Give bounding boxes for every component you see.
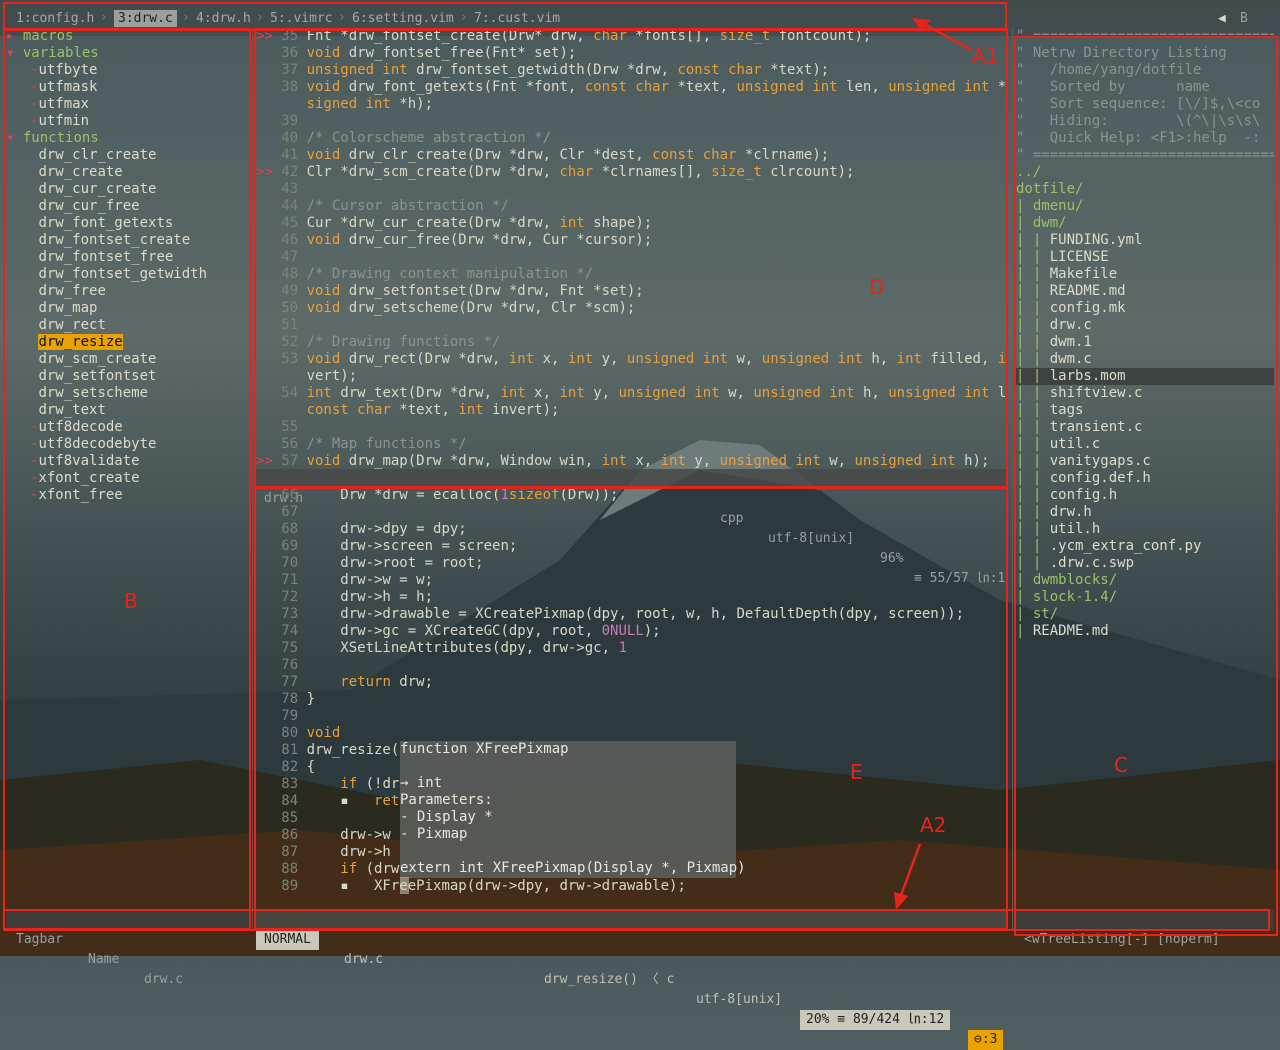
annotation-box-b — [3, 28, 251, 930]
bottom-status-function: drw_resize() 〈 c — [544, 972, 675, 987]
vertical-split-right[interactable] — [1012, 28, 1013, 930]
bottom-status-file: drw.c — [344, 952, 384, 967]
warning-count-badge: ⊖:3 — [968, 1030, 1004, 1050]
annotation-arrow-a1 — [912, 18, 973, 52]
mode-indicator: NORMAL — [256, 930, 319, 950]
annotation-label-e: E — [850, 760, 863, 784]
tagbar-status-file: drw.c — [144, 972, 184, 987]
bottom-status-encoding: utf-8[unix] — [696, 992, 783, 1007]
annotation-label-b: B — [124, 589, 138, 613]
vertical-split-left[interactable] — [252, 28, 253, 930]
annotation-label-a2: A2 — [920, 813, 947, 837]
annotation-arrow-a2 — [894, 843, 922, 910]
annotation-label-c: C — [1114, 753, 1128, 777]
annotation-box-c — [1014, 36, 1278, 936]
annotation-box-a1 — [3, 2, 1007, 31]
tabline-right-indicator: B — [1240, 11, 1248, 26]
bottom-status-position: 20% ≡ 89/424 ㏑:12 — [800, 1010, 951, 1030]
annotation-box-a2 — [3, 909, 1270, 931]
annotation-label-d: D — [869, 275, 885, 299]
annotation-box-d — [254, 28, 1008, 488]
tagbar-status-label: Name — [88, 952, 120, 967]
tabline-left-arrow-icon: ◀ — [1218, 11, 1226, 26]
tagbar-status-name: Tagbar — [16, 932, 63, 947]
